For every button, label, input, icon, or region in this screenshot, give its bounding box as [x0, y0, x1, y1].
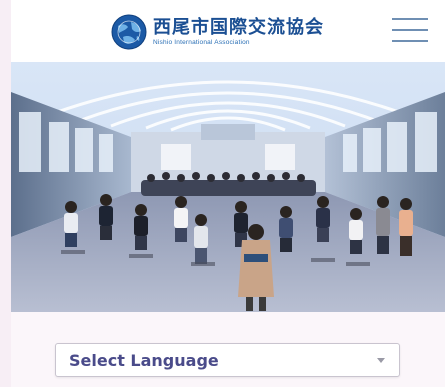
language-select[interactable]: Select Language — [55, 343, 400, 377]
menu-line — [392, 40, 428, 42]
hamburger-menu-icon[interactable] — [392, 17, 428, 43]
chevron-down-icon — [377, 358, 385, 363]
site-header: 西尾市国際交流協会 Nishio International Associati… — [11, 0, 445, 62]
language-select-label: Select Language — [69, 350, 219, 370]
site-title: 西尾市国際交流協会 — [153, 17, 324, 38]
group-photo-image — [11, 62, 445, 312]
menu-line — [392, 18, 428, 20]
site-logo[interactable]: 西尾市国際交流協会 Nishio International Associati… — [111, 14, 324, 50]
page-frame: 西尾市国際交流協会 Nishio International Associati… — [11, 0, 445, 387]
menu-line — [392, 29, 428, 31]
site-subtitle: Nishio International Association — [153, 39, 250, 46]
globe-icon — [111, 14, 147, 50]
hero-photo — [11, 62, 445, 312]
